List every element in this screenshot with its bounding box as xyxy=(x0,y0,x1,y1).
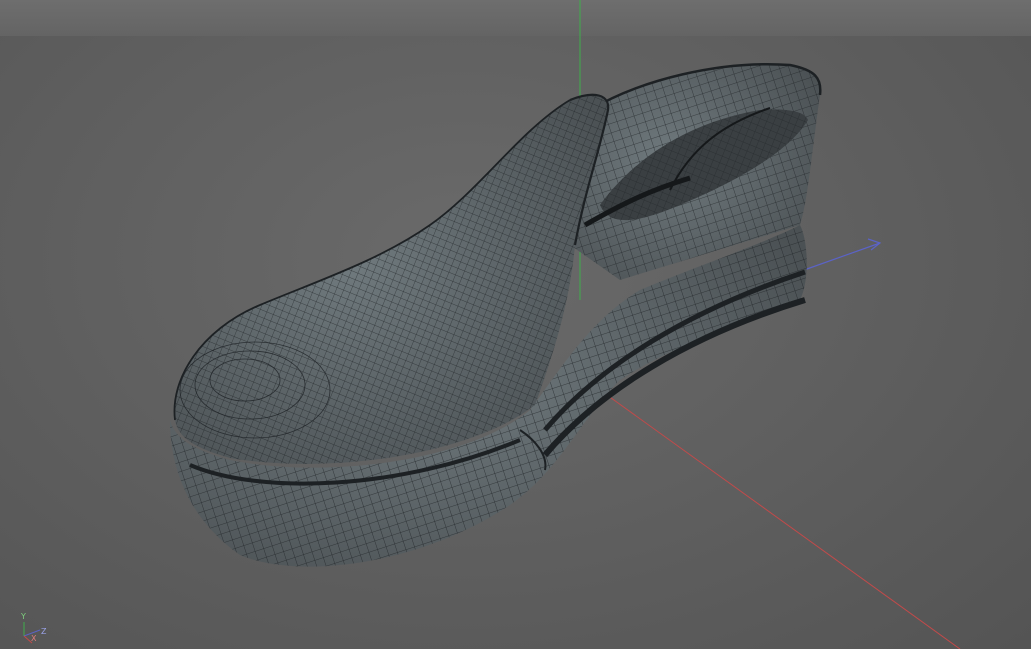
axis-x-line xyxy=(599,389,961,649)
3d-viewport[interactable]: Y Z X xyxy=(0,0,1031,649)
orientation-gizmo: Y Z X xyxy=(14,610,54,646)
gizmo-z-label: Z xyxy=(41,627,47,636)
scene-canvas[interactable] xyxy=(0,0,1031,649)
shoe-mesh[interactable] xyxy=(170,63,822,567)
gizmo-y-label: Y xyxy=(21,612,26,621)
gizmo-x-label: X xyxy=(31,634,37,643)
